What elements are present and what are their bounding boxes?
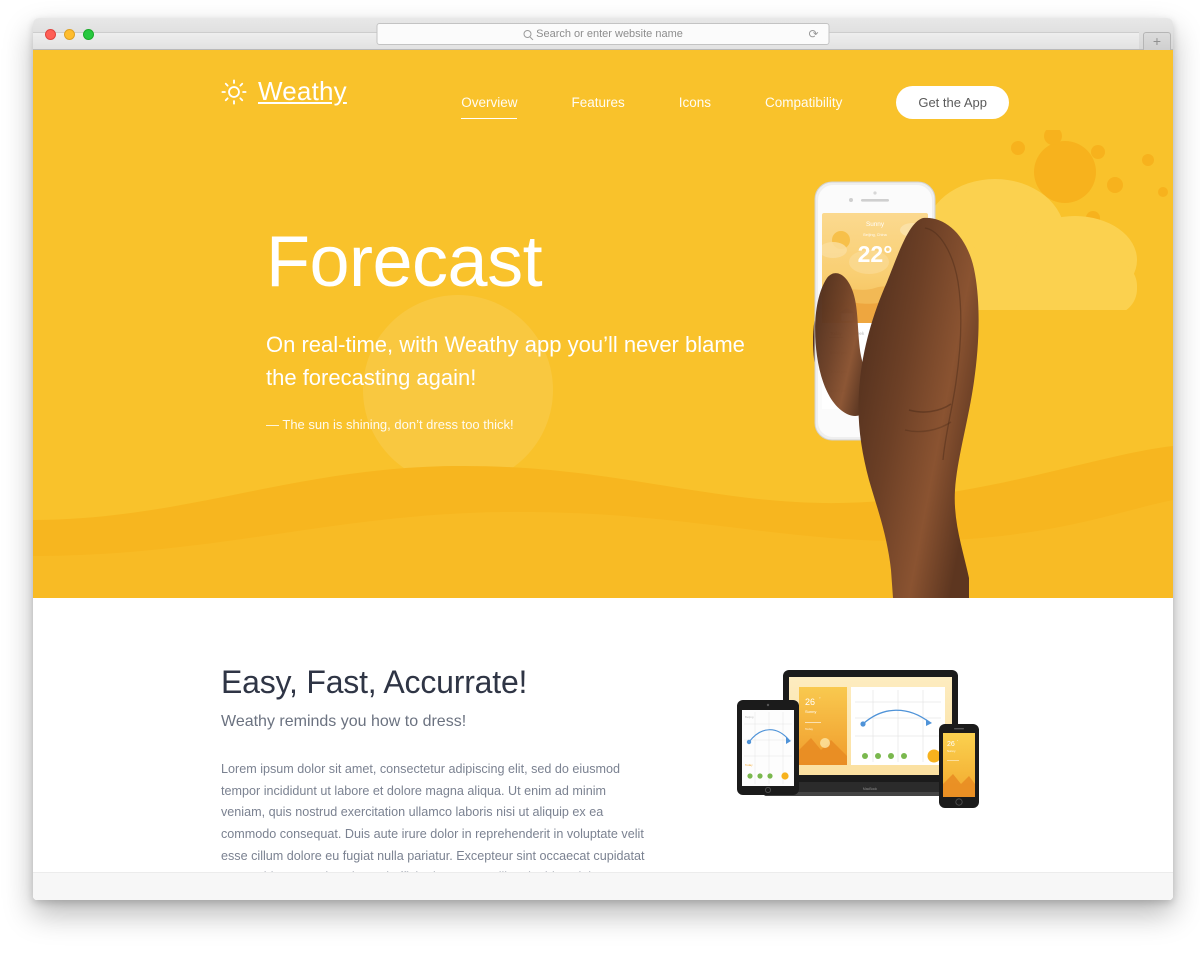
page-footer-strip bbox=[33, 872, 1173, 900]
svg-text:MacBook: MacBook bbox=[863, 787, 877, 791]
svg-text:26: 26 bbox=[947, 741, 955, 748]
svg-text:22°: 22° bbox=[858, 241, 893, 267]
hero-subtitle: On real-time, with Weathy app you’ll nev… bbox=[266, 332, 745, 391]
primary-nav: Overview Features Icons Compatibility Ge… bbox=[461, 86, 1009, 119]
new-tab-button[interactable]: + bbox=[1143, 32, 1171, 50]
svg-text:Today: Today bbox=[805, 727, 814, 731]
hero-copy: Forecast On real-time, with Weathy app y… bbox=[266, 226, 806, 432]
logo-text: Weathy bbox=[258, 76, 347, 106]
svg-text:Today: Today bbox=[745, 763, 753, 767]
nav-item-compatibility[interactable]: Compatibility bbox=[765, 91, 842, 114]
feature-subheading: Weathy reminds you how to dress! bbox=[221, 713, 467, 730]
get-the-app-button[interactable]: Get the App bbox=[896, 86, 1009, 119]
sun-icon bbox=[221, 78, 247, 105]
reload-icon[interactable]: ⟳ bbox=[809, 28, 821, 40]
svg-text:Sunny: Sunny bbox=[805, 709, 816, 714]
svg-text:Beijing, China: Beijing, China bbox=[863, 233, 887, 237]
address-bar-placeholder: Search or enter website name bbox=[536, 28, 683, 40]
window-controls bbox=[45, 29, 94, 40]
hero-note: — The sun is shining, don’t dress too th… bbox=[266, 416, 514, 432]
site-logo[interactable]: Weathy bbox=[221, 76, 347, 107]
page-viewport: Weathy Overview Features Icons Compatibi… bbox=[33, 50, 1173, 900]
browser-window: Search or enter website name ⟳ + Weathy … bbox=[33, 18, 1173, 900]
hero-title: Forecast bbox=[266, 222, 543, 302]
tablet-device: Beijing Today bbox=[737, 700, 799, 795]
phone-device-small: 26 ° Sunny bbox=[939, 724, 979, 808]
device-mockup-group: 26 ° Sunny Today MacBook Beijing Today 2… bbox=[733, 666, 993, 816]
nav-item-overview[interactable]: Overview bbox=[461, 91, 518, 119]
phone-in-hand-image: Today Week 09:00 pm 10:00 pm 11:00 pm bbox=[812, 178, 1083, 598]
devices-illustration: 26 ° Sunny Today MacBook Beijing Today 2… bbox=[737, 670, 979, 808]
site-header: Weathy Overview Features Icons Compatibi… bbox=[33, 50, 1173, 130]
hero-section: Weathy Overview Features Icons Compatibi… bbox=[33, 50, 1173, 598]
svg-text:Sunny: Sunny bbox=[947, 749, 956, 753]
svg-text:Sunny: Sunny bbox=[866, 221, 885, 228]
feature-paragraph: Lorem ipsum dolor sit amet, consectetur … bbox=[221, 762, 645, 884]
feature-section: Easy, Fast, Accurrate! Weathy reminds yo… bbox=[33, 598, 1173, 900]
close-window-button[interactable] bbox=[45, 29, 56, 40]
zoom-window-button[interactable] bbox=[83, 29, 94, 40]
svg-text:Beijing: Beijing bbox=[745, 715, 754, 719]
hand-holding-phone: Today Week 09:00 pm 10:00 pm 11:00 pm bbox=[812, 181, 979, 598]
address-bar[interactable]: Search or enter website name ⟳ bbox=[376, 23, 830, 45]
browser-titlebar: Search or enter website name ⟳ + bbox=[33, 18, 1173, 50]
nav-item-icons[interactable]: Icons bbox=[679, 91, 711, 114]
feature-text-block: Easy, Fast, Accurrate! Weathy reminds yo… bbox=[221, 664, 653, 889]
nav-item-features[interactable]: Features bbox=[571, 91, 624, 114]
search-icon bbox=[523, 30, 532, 38]
svg-text:26: 26 bbox=[805, 697, 815, 707]
minimize-window-button[interactable] bbox=[64, 29, 75, 40]
feature-heading: Easy, Fast, Accurrate! bbox=[221, 664, 528, 700]
